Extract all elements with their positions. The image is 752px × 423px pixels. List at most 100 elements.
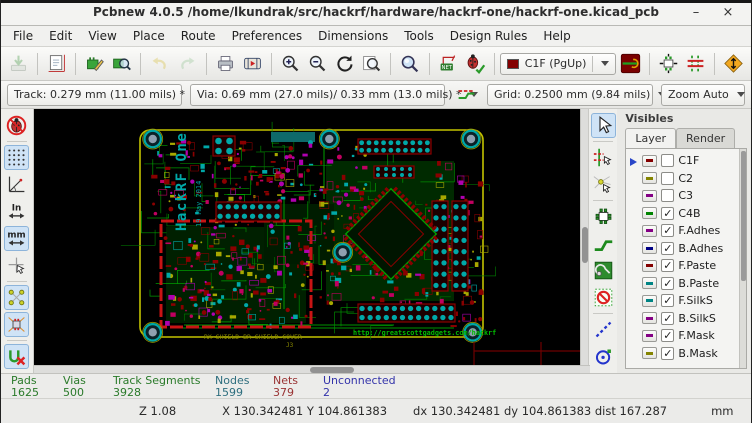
menu-help[interactable]: Help <box>535 27 578 45</box>
layer-visibility-checkbox[interactable]: ✓ <box>661 294 674 307</box>
via-size-select[interactable]: Via: 0.69 mm (27.0 mils)/ 0.33 mm (13.0 … <box>190 84 446 106</box>
footprint-mode-button[interactable] <box>656 50 681 77</box>
tab-render[interactable]: Render <box>676 128 735 148</box>
layer-row-C3[interactable]: C3 <box>628 187 746 205</box>
undo-button[interactable] <box>147 50 172 77</box>
layer-row-F.Adhes[interactable]: ✓F.Adhes <box>628 222 746 240</box>
redraw-button[interactable] <box>332 50 357 77</box>
select-tool-button[interactable] <box>591 113 616 138</box>
layer-pair-button[interactable] <box>617 50 642 77</box>
layer-color-swatch[interactable] <box>642 155 657 167</box>
layer-color-swatch[interactable] <box>642 207 657 219</box>
layer-row-B.Paste[interactable]: ✓B.Paste <box>628 275 746 293</box>
add-footprint-button[interactable] <box>591 204 616 229</box>
close-button[interactable]: × <box>717 3 739 23</box>
minimize-button[interactable]: – <box>685 3 707 23</box>
add-keepout-button[interactable] <box>591 285 616 310</box>
layer-row-F.SilkS[interactable]: ✓F.SilkS <box>628 292 746 310</box>
menu-dimensions[interactable]: Dimensions <box>310 27 396 45</box>
layer-color-swatch[interactable] <box>642 242 657 254</box>
layer-color-swatch[interactable] <box>642 347 657 359</box>
layer-row-F.Mask[interactable]: ✓F.Mask <box>628 327 746 345</box>
menu-design-rules[interactable]: Design Rules <box>442 27 536 45</box>
layer-row-B.Mask[interactable]: ✓B.Mask <box>628 345 746 363</box>
layer-row-F.Paste[interactable]: ✓F.Paste <box>628 257 746 275</box>
menu-route[interactable]: Route <box>173 27 224 45</box>
ratsnest-visibility-button[interactable] <box>4 285 29 310</box>
layer-visibility-checkbox[interactable]: ✓ <box>661 224 674 237</box>
print-button[interactable] <box>213 50 238 77</box>
netlist-button[interactable]: NET <box>435 50 460 77</box>
scrollbar-thumb[interactable] <box>310 367 354 373</box>
save-button[interactable] <box>6 50 31 77</box>
layer-color-swatch[interactable] <box>642 172 657 184</box>
layer-visibility-checkbox[interactable]: ✓ <box>661 312 674 325</box>
auto-delete-track-button[interactable] <box>4 344 29 369</box>
layer-row-C1F[interactable]: C1F <box>628 152 746 170</box>
zoom-select[interactable]: Zoom Auto <box>661 84 745 106</box>
redo-button[interactable] <box>175 50 200 77</box>
local-ratsnest-button[interactable] <box>591 172 616 197</box>
layer-list-scrollbar[interactable] <box>739 149 746 368</box>
menu-tools[interactable]: Tools <box>396 27 442 45</box>
layer-color-swatch[interactable] <box>642 260 657 272</box>
zoom-out-button[interactable] <box>305 50 330 77</box>
polar-coords-button[interactable] <box>4 172 29 197</box>
find-button[interactable] <box>397 50 422 77</box>
layer-color-swatch[interactable] <box>642 312 657 324</box>
units-mm-button[interactable]: mm <box>4 226 29 251</box>
canvas-vertical-scrollbar[interactable] <box>580 109 588 365</box>
layer-visibility-checkbox[interactable] <box>661 154 674 167</box>
grid-visibility-button[interactable] <box>4 145 29 170</box>
menu-edit[interactable]: Edit <box>41 27 80 45</box>
highlight-net-button[interactable] <box>591 145 616 170</box>
layer-visibility-checkbox[interactable] <box>661 172 674 185</box>
canvas-horizontal-scrollbar[interactable] <box>34 365 590 373</box>
plot-button[interactable] <box>240 50 265 77</box>
layer-visibility-checkbox[interactable]: ✓ <box>661 242 674 255</box>
track-mode-button[interactable] <box>683 50 708 77</box>
auto-track-width-button[interactable] <box>454 81 478 108</box>
module-editor-button[interactable] <box>82 50 107 77</box>
page-settings-button[interactable] <box>44 50 69 77</box>
units-inches-button[interactable]: In <box>4 199 29 224</box>
drc-off-button[interactable] <box>4 113 29 138</box>
scrollbar-thumb[interactable] <box>582 227 588 263</box>
layer-color-swatch[interactable] <box>642 225 657 237</box>
layer-visibility-checkbox[interactable]: ✓ <box>661 259 674 272</box>
add-target-button[interactable] <box>591 344 616 369</box>
layer-visibility-checkbox[interactable]: ✓ <box>661 277 674 290</box>
cursor-shape-button[interactable] <box>4 253 29 278</box>
layer-row-B.SilkS[interactable]: ✓B.SilkS <box>628 310 746 328</box>
scrollbar-thumb[interactable] <box>741 151 746 281</box>
menu-view[interactable]: View <box>80 27 124 45</box>
menu-place[interactable]: Place <box>125 27 173 45</box>
footprint-browser-button[interactable] <box>109 50 134 77</box>
layer-visibility-checkbox[interactable]: ✓ <box>661 347 674 360</box>
grid-size-select[interactable]: Grid: 0.2500 mm (9.84 mils) <box>487 84 653 106</box>
layer-selector[interactable]: C1F (PgUp) <box>500 53 617 75</box>
track-width-select[interactable]: Track: 0.279 mm (11.00 mils) * <box>7 84 182 106</box>
layer-row-B.Adhes[interactable]: ✓B.Adhes <box>628 240 746 258</box>
layer-row-C2[interactable]: C2 <box>628 170 746 188</box>
pcb-canvas[interactable]: HackRF One19 May 2014http://greatscottga… <box>34 109 582 365</box>
layer-visibility-checkbox[interactable]: ✓ <box>661 207 674 220</box>
microwave-tools-button[interactable] <box>721 50 746 77</box>
route-tracks-button[interactable] <box>591 231 616 256</box>
layer-row-C4B[interactable]: ✓C4B <box>628 205 746 223</box>
tab-layer[interactable]: Layer <box>625 128 676 148</box>
add-dimension-button[interactable] <box>591 317 616 342</box>
layer-visibility-checkbox[interactable]: ✓ <box>661 329 674 342</box>
layer-color-swatch[interactable] <box>642 277 657 289</box>
menu-preferences[interactable]: Preferences <box>224 27 311 45</box>
menu-file[interactable]: File <box>5 27 41 45</box>
layer-color-swatch[interactable] <box>642 330 657 342</box>
layer-color-swatch[interactable] <box>642 295 657 307</box>
zoom-fit-button[interactable] <box>359 50 384 77</box>
module-ratsnest-button[interactable] <box>4 312 29 337</box>
layer-color-swatch[interactable] <box>642 190 657 202</box>
zoom-in-button[interactable] <box>278 50 303 77</box>
layer-visibility-checkbox[interactable] <box>661 189 674 202</box>
add-zones-button[interactable] <box>591 258 616 283</box>
drc-button[interactable] <box>463 50 488 77</box>
